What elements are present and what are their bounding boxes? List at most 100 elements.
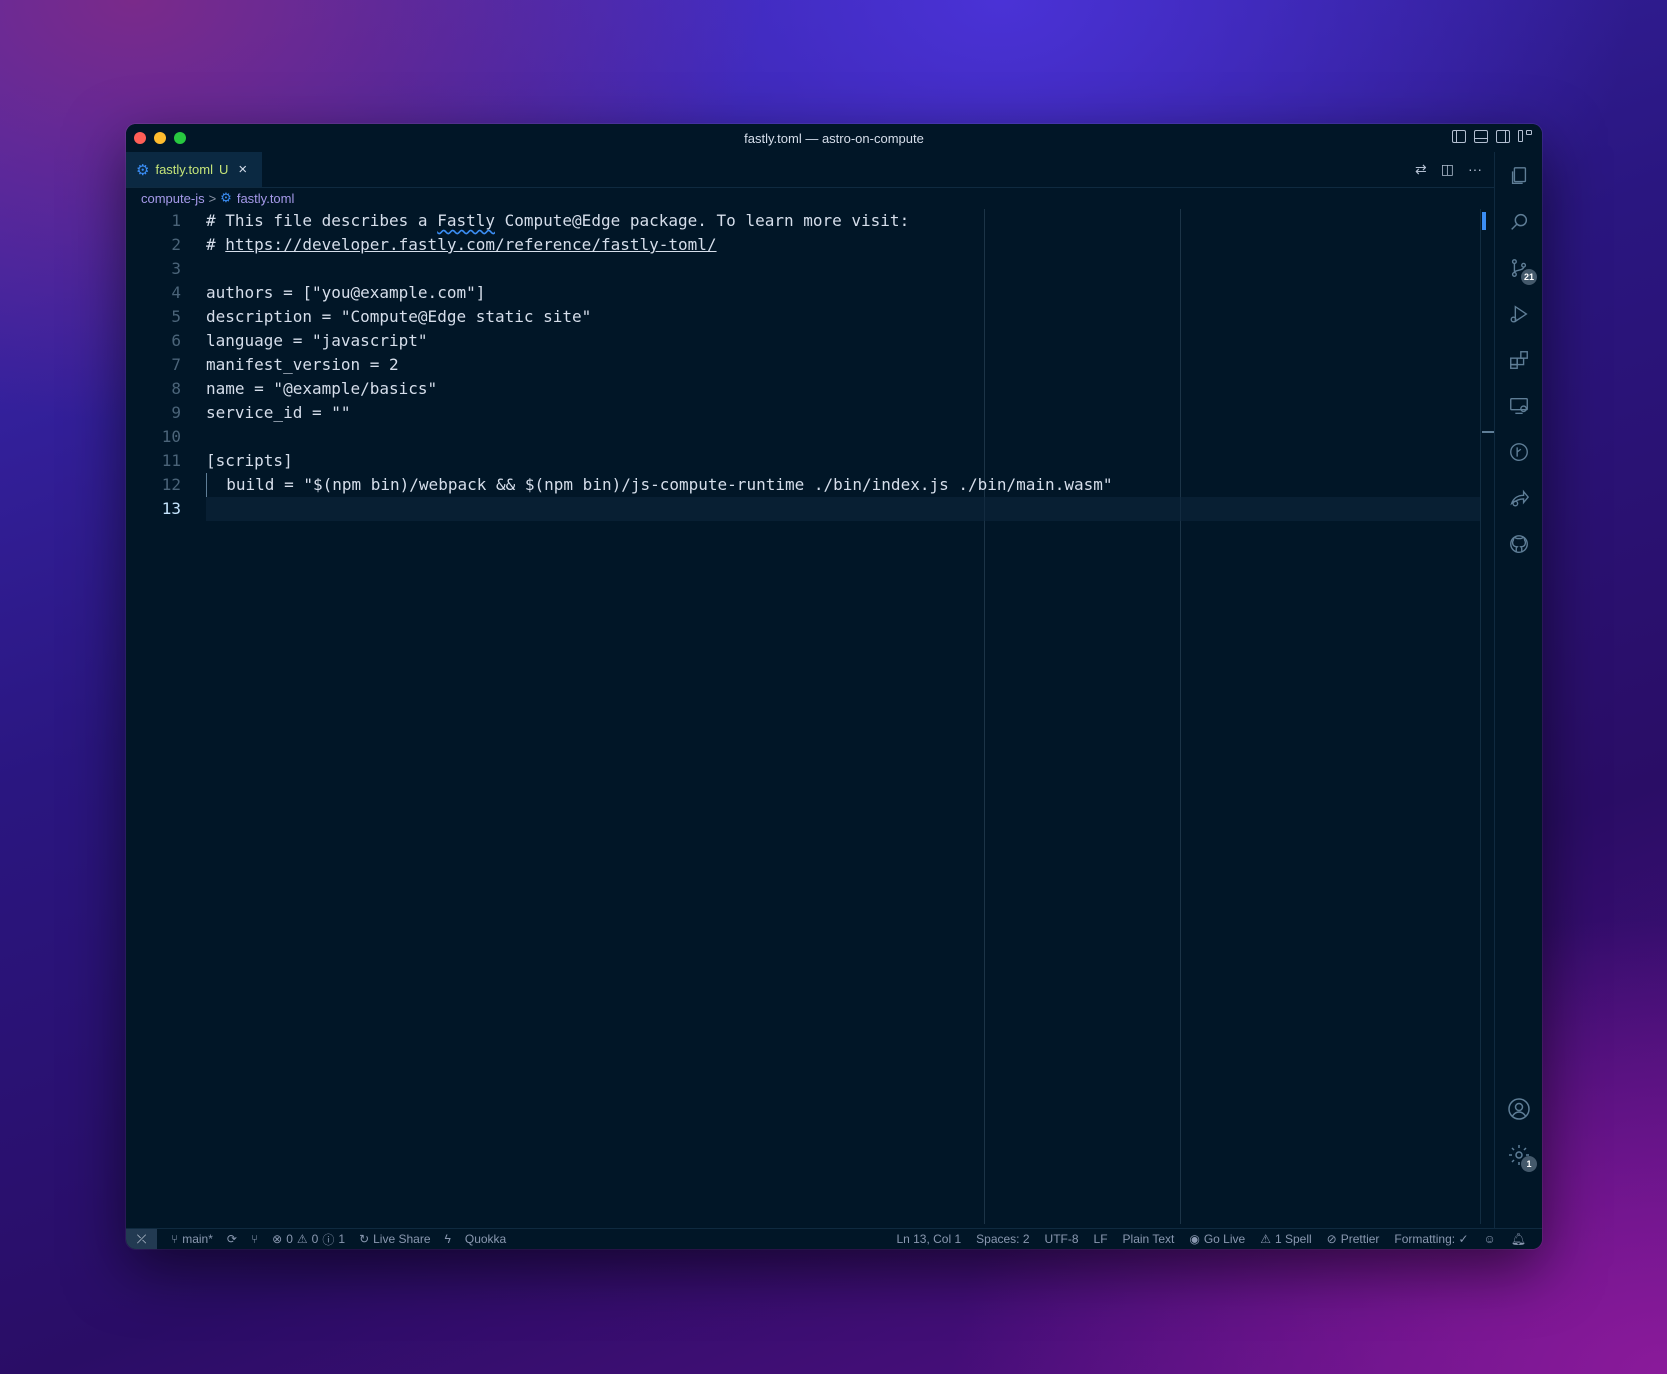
code-editor[interactable]: 1 2 3 4 5 6 7 8 9 10 11 12 13 # This file describes … (126, 209, 1480, 1224)
line-number: 11 (161, 451, 181, 470)
activity-bar: 21 1 (1494, 152, 1542, 1229)
sync-icon[interactable]: ⟳ (227, 1232, 237, 1246)
line-number: 5 (171, 307, 181, 326)
code-line-current[interactable] (206, 497, 1480, 521)
title-bar: fastly.toml — astro-on-compute (126, 124, 1542, 152)
tab-fastly-toml[interactable]: ⚙ fastly.toml U × (126, 152, 262, 187)
gear-icon: ⚙ (136, 161, 150, 179)
overview-ruler[interactable] (1480, 209, 1495, 1224)
line-number: 13 (161, 499, 181, 518)
code-line[interactable] (206, 257, 1480, 281)
feedback-icon[interactable]: ☺ (1484, 1232, 1496, 1246)
spelling-flag[interactable]: Fastly (437, 211, 495, 230)
encoding[interactable]: UTF-8 (1045, 1232, 1079, 1246)
search-icon[interactable] (1507, 210, 1531, 234)
prohibited-icon: ⊘ (1326, 1232, 1337, 1246)
docs-link[interactable]: https://developer.fastly.com/reference/f… (225, 235, 716, 254)
pull-request-icon[interactable]: ⑂ (251, 1232, 258, 1246)
line-number: 12 (161, 475, 181, 494)
source-control-badge: 21 (1521, 269, 1537, 285)
more-actions-icon[interactable]: ··· (1468, 161, 1482, 178)
run-debug-icon[interactable] (1507, 302, 1531, 326)
toggle-secondary-sidebar-icon[interactable] (1496, 130, 1510, 143)
line-number: 6 (171, 331, 181, 350)
line-number: 10 (161, 427, 181, 446)
toggle-panel-icon[interactable] (1474, 130, 1488, 143)
branch-name: main* (182, 1232, 213, 1246)
code-line[interactable]: # https://developer.fastly.com/reference… (206, 233, 1480, 257)
tab-label: fastly.toml (155, 162, 214, 177)
breadcrumb-folder[interactable]: compute-js (141, 191, 205, 206)
branch-icon: ⑂ (171, 1232, 179, 1246)
toggle-primary-sidebar-icon[interactable] (1452, 130, 1466, 143)
info-icon: ⓘ (322, 1232, 335, 1247)
spell-label: 1 Spell (1274, 1232, 1312, 1246)
line-number-gutter: 1 2 3 4 5 6 7 8 9 10 11 12 13 (126, 209, 181, 521)
code-line[interactable]: name = "@example/basics" (206, 377, 1480, 401)
timeline-icon[interactable] (1507, 440, 1531, 464)
source-control-icon[interactable]: 21 (1507, 256, 1537, 285)
problems-indicator[interactable]: ⊗ 0 ⚠ 0 ⓘ 1 (272, 1231, 345, 1248)
breadcrumb-file[interactable]: fastly.toml (237, 191, 295, 206)
error-icon: ⊗ (272, 1232, 283, 1246)
code-line[interactable]: description = "Compute@Edge static site" (206, 305, 1480, 329)
github-icon[interactable] (1507, 532, 1531, 556)
cursor-marker (1482, 431, 1494, 433)
remote-explorer-icon[interactable] (1507, 394, 1531, 418)
warning-icon: ⚠ (296, 1232, 308, 1246)
line-number: 4 (171, 283, 181, 302)
live-share-status[interactable]: ↻ Live Share (359, 1232, 430, 1246)
remote-indicator-icon[interactable]: ⤫ (126, 1229, 157, 1249)
settings-gear-icon[interactable]: 1 (1507, 1143, 1537, 1172)
quokka-status[interactable]: Quokka (465, 1232, 506, 1246)
code-line[interactable]: language = "javascript" (206, 329, 1480, 353)
code-line[interactable]: service_id = "" (206, 401, 1480, 425)
code-line[interactable]: # This file describes a Fastly Compute@E… (206, 209, 1480, 233)
window-title: fastly.toml — astro-on-compute (744, 131, 924, 146)
live-share-label: Live Share (373, 1232, 431, 1246)
warning-count: 0 (311, 1232, 319, 1246)
breadcrumb: compute-js > ⚙ fastly.toml (141, 187, 294, 209)
code-line[interactable]: authors = ["you@example.com"] (206, 281, 1480, 305)
indentation[interactable]: Spaces: 2 (976, 1232, 1029, 1246)
open-changes-icon[interactable]: ⇄ (1415, 161, 1427, 178)
go-live-status[interactable]: ◉ Go Live (1189, 1232, 1245, 1246)
code-line[interactable] (206, 425, 1480, 449)
comment-text: Compute@Edge package. To learn more visi… (494, 211, 910, 230)
split-editor-icon[interactable]: ◫ (1441, 161, 1454, 178)
settings-badge: 1 (1521, 1156, 1537, 1172)
branch-indicator[interactable]: ⑂ main* (171, 1232, 213, 1246)
formatting-status[interactable]: Formatting: ✓ (1394, 1232, 1468, 1246)
broadcast-icon: ◉ (1189, 1232, 1200, 1246)
files-icon[interactable] (1507, 164, 1531, 188)
customize-layout-icon[interactable] (1518, 130, 1532, 143)
prettier-status[interactable]: ⊘ Prettier (1327, 1232, 1380, 1246)
line-number: 1 (171, 211, 181, 230)
line-number: 7 (171, 355, 181, 374)
live-share-icon[interactable] (1507, 486, 1531, 510)
code-line[interactable]: [scripts] (206, 449, 1480, 473)
vscode-window: fastly.toml — astro-on-compute ⚙ fastly.… (126, 124, 1542, 1249)
breadcrumb-separator: > (208, 190, 217, 206)
warning-icon: ⚠ (1260, 1232, 1271, 1246)
code-line[interactable]: build = "$(npm bin)/webpack && $(npm bin… (206, 473, 1480, 497)
prettier-label: Prettier (1340, 1232, 1380, 1246)
code-line[interactable]: manifest_version = 2 (206, 353, 1480, 377)
close-icon[interactable]: × (238, 161, 247, 178)
extensions-icon[interactable] (1507, 348, 1531, 372)
gear-icon: ⚙ (220, 190, 232, 205)
lightning-icon[interactable]: ϟ (445, 1232, 451, 1246)
notifications-bell-icon[interactable]: 🔔︎ (1511, 1232, 1526, 1246)
line-number: 2 (171, 235, 181, 254)
language-mode[interactable]: Plain Text (1123, 1232, 1175, 1246)
tab-bar: ⚙ fastly.toml U × ⇄ ◫ ··· (126, 152, 1494, 188)
spell-status[interactable]: ⚠ 1 Spell (1260, 1232, 1311, 1246)
line-number: 3 (171, 259, 181, 278)
tab-modified-status: U (219, 162, 229, 177)
scrollbar-thumb[interactable] (1482, 212, 1486, 230)
account-icon[interactable] (1507, 1097, 1531, 1121)
end-of-line[interactable]: LF (1094, 1232, 1108, 1246)
code-lines[interactable]: # This file describes a Fastly Compute@E… (206, 209, 1480, 521)
layout-controls (1452, 130, 1532, 143)
cursor-position[interactable]: Ln 13, Col 1 (896, 1232, 961, 1246)
